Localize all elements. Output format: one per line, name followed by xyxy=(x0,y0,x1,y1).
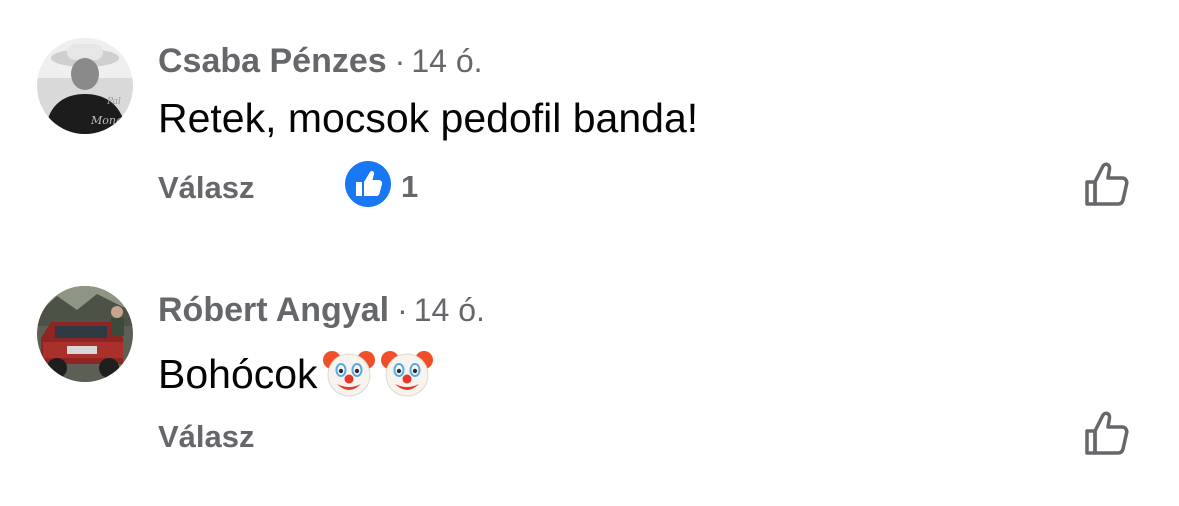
avatar[interactable] xyxy=(37,286,133,382)
separator-dot: · xyxy=(394,43,406,79)
reply-button[interactable]: Válasz xyxy=(158,172,255,203)
comment-text: Retek, mocsok pedofil banda! xyxy=(158,95,699,141)
timestamp[interactable]: 14 ó. xyxy=(414,292,485,328)
comment-text-content: Bohócok xyxy=(158,351,318,397)
separator-dot: · xyxy=(397,292,408,328)
svg-text:Pal: Pal xyxy=(106,97,121,107)
svg-text:Monaco: Monaco xyxy=(90,114,133,127)
comment-header: Róbert Angyal · 14 ó. xyxy=(158,293,485,327)
timestamp[interactable]: 14 ó. xyxy=(411,43,482,79)
reaction-count: 1 xyxy=(401,168,419,204)
avatar[interactable]: Monaco Pal xyxy=(37,38,133,134)
like-button[interactable] xyxy=(1082,409,1132,459)
like-button[interactable] xyxy=(1082,160,1132,210)
reply-button[interactable]: Válasz xyxy=(158,421,255,452)
reaction-summary[interactable]: 1 xyxy=(345,160,419,212)
comment: Monaco Pal Csaba Pénzes · 14 ó. Retek, moc… xyxy=(0,0,1179,250)
comment-header: Csaba Pénzes · 14 ó. xyxy=(158,44,483,78)
like-reaction-icon xyxy=(345,160,391,212)
author-name[interactable]: Csaba Pénzes xyxy=(158,42,387,80)
comment: Róbert Angyal · 14 ó. Bohócok Válasz xyxy=(0,250,1179,506)
clown-face-emoji xyxy=(380,346,434,400)
comment-text: Bohócok xyxy=(158,346,434,400)
author-name[interactable]: Róbert Angyal xyxy=(158,291,389,329)
clown-face-emoji xyxy=(322,346,376,400)
thumbs-up-outline-icon xyxy=(1082,162,1132,214)
thumbs-up-outline-icon xyxy=(1082,411,1132,463)
